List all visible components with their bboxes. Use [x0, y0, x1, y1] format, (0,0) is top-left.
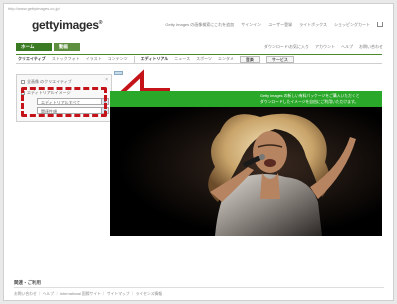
- close-icon[interactable]: ×: [105, 77, 108, 83]
- footer-links[interactable]: お問い合わせ ｜ ヘルプ ｜ International 国際サイト ｜ サイト…: [14, 292, 162, 297]
- nav-creative-stock[interactable]: ストックフォト: [52, 56, 80, 62]
- footer-title: 関連・ご利用: [14, 280, 41, 285]
- cart-icon[interactable]: [377, 22, 383, 27]
- nav-editorial-sports[interactable]: スポーツ: [196, 56, 212, 62]
- web-page: http://www.gettyimages.co.jp/ gettyimage…: [3, 3, 394, 301]
- singer-photo-image: [110, 107, 382, 236]
- header-link-add-search[interactable]: Getty Images の画像検索にこれを追加: [165, 22, 234, 28]
- util-link-account[interactable]: アカウント: [315, 44, 335, 50]
- tab-video[interactable]: 動画: [54, 43, 80, 51]
- hero-photo[interactable]: [110, 107, 382, 236]
- nav-editorial-news[interactable]: ニュース: [174, 56, 190, 62]
- utility-links: ダウンロード/お気に入り アカウント ヘルプ お問い合わせ: [264, 44, 383, 50]
- category-subnav: クリエイティブ ストックフォト イラスト コンテンツ エディトリアル ニュース …: [16, 54, 382, 64]
- util-link-help[interactable]: ヘルプ: [341, 44, 353, 50]
- header-links: Getty Images の画像検索にこれを追加 サインイン ユーザー登録 ライ…: [165, 22, 383, 28]
- tab-home[interactable]: ホーム: [16, 43, 52, 51]
- footer-divider: [14, 287, 384, 288]
- browser-address: http://www.gettyimages.co.jp/: [8, 6, 60, 11]
- header-link-cart[interactable]: ショッピングカート: [334, 22, 370, 28]
- nav-creative[interactable]: クリエイティブ: [18, 56, 46, 62]
- util-link-contact[interactable]: お問い合わせ: [359, 44, 383, 50]
- nav-creative-illustration[interactable]: イラスト: [86, 56, 102, 62]
- banner-line-2: ダウンロードしたイメージを自由にご利用いただけます。: [260, 100, 359, 104]
- logo-mark: ®: [98, 20, 103, 26]
- nav-creative-content[interactable]: コンテンツ: [108, 56, 128, 62]
- header-link-lightbox[interactable]: ライトボックス: [299, 22, 327, 28]
- new-badge: [114, 71, 123, 75]
- nav-editorial[interactable]: エディトリアル: [141, 56, 169, 62]
- nav-services[interactable]: サービス: [265, 55, 294, 63]
- nav-music[interactable]: 音楽: [239, 55, 260, 63]
- main-tabs: ホーム 動画: [16, 43, 80, 51]
- promo-banner[interactable]: Getty Images の新しい有料パッケージをご購入いただくと ダウンロード…: [110, 91, 382, 107]
- header-link-register[interactable]: ユーザー登録: [268, 22, 292, 28]
- gettyimages-logo[interactable]: gettyimages®: [32, 18, 102, 32]
- checkbox-creative[interactable]: [21, 80, 25, 84]
- header-link-signin[interactable]: サインイン: [241, 22, 261, 28]
- nav-editorial-entertainment[interactable]: エンタメ: [218, 56, 234, 62]
- banner-line-1: Getty Images の新しい有料パッケージをご購入いただくと: [260, 94, 360, 98]
- logo-text: gettyimages: [32, 18, 99, 32]
- nav-divider: [133, 55, 135, 63]
- filter-option-creative-label: 全画像 のクリエイティブ: [27, 79, 72, 84]
- dashed-highlight-box: [21, 87, 107, 117]
- filter-option-creative[interactable]: 全画像 のクリエイティブ: [21, 79, 72, 85]
- util-link-downloads[interactable]: ダウンロード/お気に入り: [264, 44, 309, 50]
